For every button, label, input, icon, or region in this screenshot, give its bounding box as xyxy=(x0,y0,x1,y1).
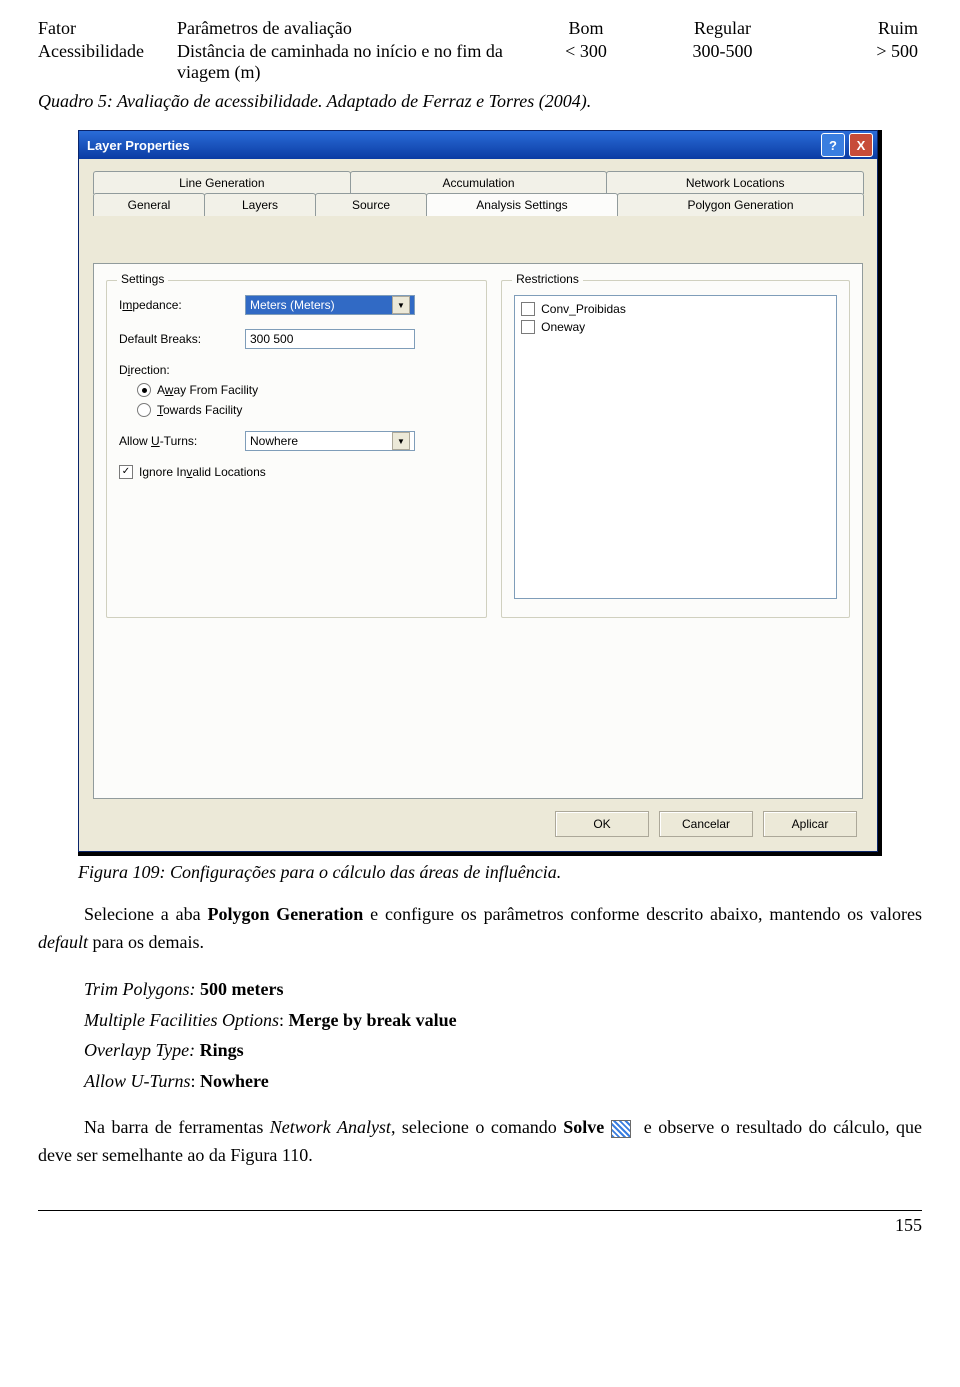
impedance-value: Meters (Meters) xyxy=(250,298,335,312)
text: Trim Polygons: xyxy=(84,979,200,999)
paragraph-2: Na barra de ferramentas Network Analyst,… xyxy=(38,1114,922,1170)
text: e configure os parâmetros conforme descr… xyxy=(363,904,922,924)
ok-button[interactable]: OK xyxy=(555,811,649,837)
layer-properties-dialog: Layer Properties ? X Line Generation Acc… xyxy=(78,130,878,852)
impedance-label: Impedance: xyxy=(119,298,239,312)
td-bom: < 300 xyxy=(521,41,655,85)
solve-icon xyxy=(611,1120,631,1138)
th-ruim: Ruim xyxy=(794,18,922,41)
uturns-combo[interactable]: Nowhere ▼ xyxy=(245,431,415,451)
tab-layers[interactable]: Layers xyxy=(204,193,316,216)
text: : xyxy=(279,1010,289,1030)
checkbox-icon xyxy=(119,465,133,479)
setting-overlap: Overlayp Type: Rings xyxy=(84,1036,922,1065)
settings-group: Settings Impedance: Meters (Meters) ▼ De… xyxy=(106,280,487,618)
titlebar: Layer Properties ? X xyxy=(79,131,877,159)
radio-away-label: Away From Facility xyxy=(157,383,258,397)
td-reg: 300-500 xyxy=(655,41,794,85)
tab-polygon-generation[interactable]: Polygon Generation xyxy=(617,193,864,216)
th-param: Parâmetros de avaliação xyxy=(177,18,521,41)
restriction-label: Oneway xyxy=(541,320,585,334)
restriction-label: Conv_Proibidas xyxy=(541,302,626,316)
figura-caption: Figura 109: Configurações para o cálculo… xyxy=(78,862,922,883)
chevron-down-icon: ▼ xyxy=(392,296,410,314)
cancel-button[interactable]: Cancelar xyxy=(659,811,753,837)
setting-trim: Trim Polygons: 500 meters xyxy=(84,975,922,1004)
th-fator: Fator xyxy=(38,18,177,41)
th-reg: Regular xyxy=(655,18,794,41)
text: Merge by break value xyxy=(289,1010,457,1030)
apply-button[interactable]: Aplicar xyxy=(763,811,857,837)
td-param: Distância de caminhada no início e no fi… xyxy=(177,41,521,85)
paragraph-1: Selecione a aba Polygon Generation e con… xyxy=(38,901,922,957)
text: para os demais. xyxy=(88,932,204,952)
text: Nowhere xyxy=(200,1071,269,1091)
close-icon: X xyxy=(857,138,866,153)
text: Rings xyxy=(200,1040,244,1060)
text: Solve xyxy=(563,1117,604,1137)
restriction-item[interactable]: Oneway xyxy=(521,320,830,334)
checkbox-icon xyxy=(521,320,535,334)
setting-uturns: Allow U-Turns: Nowhere xyxy=(84,1067,922,1096)
tab-line-generation[interactable]: Line Generation xyxy=(93,171,351,194)
text: Polygon Generation xyxy=(207,904,363,924)
ignore-invalid-check[interactable]: Ignore Invalid Locations xyxy=(119,465,474,479)
help-button[interactable]: ? xyxy=(821,133,845,157)
tab-page: Settings Impedance: Meters (Meters) ▼ De… xyxy=(93,263,863,799)
tab-analysis-settings[interactable]: Analysis Settings xyxy=(426,193,618,216)
breaks-label: Default Breaks: xyxy=(119,332,239,346)
radio-icon xyxy=(137,403,151,417)
text: Network Analyst xyxy=(270,1117,391,1137)
text: Overlayp Type: xyxy=(84,1040,200,1060)
evaluation-table: Fator Parâmetros de avaliação Bom Regula… xyxy=(38,18,922,85)
direction-label: Direction: xyxy=(119,363,474,377)
radio-away[interactable]: Away From Facility xyxy=(137,383,474,397)
text: 500 meters xyxy=(200,979,283,999)
text: Allow U-Turns xyxy=(84,1071,191,1091)
ignore-label: Ignore Invalid Locations xyxy=(139,465,266,479)
radio-icon xyxy=(137,383,151,397)
tab-general[interactable]: General xyxy=(93,193,205,216)
restrictions-group: Restrictions Conv_Proibidas Oneway xyxy=(501,280,850,618)
td-fator: Acessibilidade xyxy=(38,41,177,85)
tab-accumulation[interactable]: Accumulation xyxy=(350,171,608,194)
text: : xyxy=(191,1071,201,1091)
tab-network-locations[interactable]: Network Locations xyxy=(606,171,864,194)
page-number: 155 xyxy=(0,1211,960,1250)
restrictions-list[interactable]: Conv_Proibidas Oneway xyxy=(514,295,837,599)
uturns-value: Nowhere xyxy=(250,434,298,448)
chevron-down-icon: ▼ xyxy=(392,432,410,450)
dialog-title: Layer Properties xyxy=(83,138,817,153)
radio-towards-label: Towards Facility xyxy=(157,403,242,417)
breaks-input[interactable]: 300 500 xyxy=(245,329,415,349)
quadro-caption: Quadro 5: Avaliação de acessibilidade. A… xyxy=(38,91,922,112)
text: default xyxy=(38,932,88,952)
close-button[interactable]: X xyxy=(849,133,873,157)
text: Na barra de ferramentas xyxy=(84,1117,270,1137)
text: , selecione o comando xyxy=(391,1117,563,1137)
text: Multiple Facilities Options xyxy=(84,1010,279,1030)
impedance-combo[interactable]: Meters (Meters) ▼ xyxy=(245,295,415,315)
checkbox-icon xyxy=(521,302,535,316)
uturns-label: Allow U-Turns: xyxy=(119,434,239,448)
help-icon: ? xyxy=(829,138,837,153)
restrictions-legend: Restrictions xyxy=(512,272,583,286)
td-ruim: > 500 xyxy=(794,41,922,85)
setting-multiple: Multiple Facilities Options: Merge by br… xyxy=(84,1006,922,1035)
tab-source[interactable]: Source xyxy=(315,193,427,216)
restriction-item[interactable]: Conv_Proibidas xyxy=(521,302,830,316)
th-bom: Bom xyxy=(521,18,655,41)
text: Selecione a aba xyxy=(84,904,207,924)
radio-towards[interactable]: Towards Facility xyxy=(137,403,474,417)
settings-legend: Settings xyxy=(117,272,168,286)
